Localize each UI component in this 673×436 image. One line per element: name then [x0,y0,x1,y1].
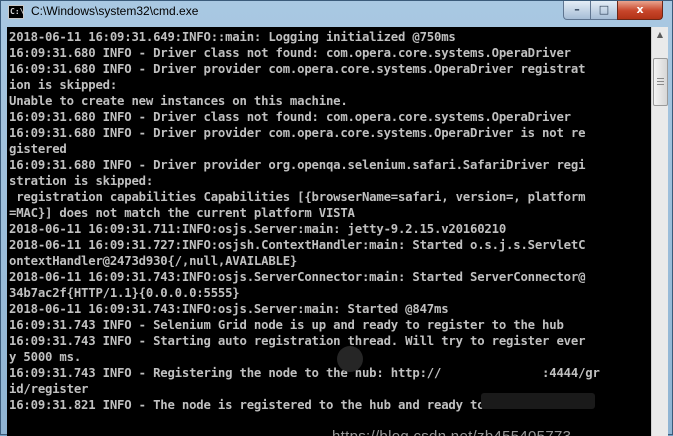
console-line: 16:09:31.680 INFO - Driver class not fou… [9,110,571,124]
console-line: =MAC}] does not match the current platfo… [9,206,355,220]
console-line: 2018-06-11 16:09:31.743:INFO:osjs.Server… [9,302,449,316]
console-line: 16:09:31.680 INFO - Driver provider org.… [9,158,586,172]
console-line: Unable to create new instances on this m… [9,94,348,108]
maximize-button[interactable]: □ [590,1,618,20]
console-lines: 2018-06-11 16:09:31.649:INFO::main: Logg… [9,29,600,413]
console-line: 2018-06-11 16:09:31.711:INFO:osjs.Server… [9,222,507,236]
console-line: ontextHandler@2473d930{/,null,AVAILABLE} [9,254,298,268]
console-line: 16:09:31.680 INFO - Driver provider com.… [9,126,586,140]
console-line: registration capabilities Capabilities [… [9,190,586,204]
thumb-grip-icon [657,84,664,85]
redacted-hub-address [481,393,595,409]
console-line: 2018-06-11 16:09:31.649:INFO::main: Logg… [9,30,456,44]
close-button[interactable]: x [617,1,663,20]
console-line: 16:09:31.680 INFO - Driver class not fou… [9,46,571,60]
thumb-grip-icon [657,78,664,79]
cmd-app-icon[interactable]: C:\ [8,5,24,19]
console-line: 34b7ac2f{HTTP/1.1}{0.0.0.0:5555} [9,286,240,300]
console-line: 2018-06-11 16:09:31.727:INFO:osjsh.Conte… [9,238,586,252]
console-line: 16:09:31.743 INFO - Selenium Grid node i… [9,318,564,332]
title-bar[interactable]: C:\ C:\Windows\system32\cmd.exe – □ x [1,1,672,25]
window-title: C:\Windows\system32\cmd.exe [31,4,199,18]
console-line: 16:09:31.680 INFO - Driver provider com.… [9,62,586,76]
console-line: 16:09:31.743 INFO - Starting auto regist… [9,334,586,348]
console-line: stration is skipped: [9,174,154,188]
minimize-button[interactable]: – [563,1,591,20]
console-line: gistered [9,142,67,156]
console-output[interactable]: 2018-06-11 16:09:31.649:INFO::main: Logg… [7,27,651,436]
console-line: 2018-06-11 16:09:31.743:INFO:osjs.Server… [9,270,586,284]
console-line: y 5000 ms. [9,350,82,364]
thumb-grip-icon [657,81,664,82]
console-line: ion is skipped: [9,78,118,92]
scroll-up-arrow-icon[interactable]: ▲ [652,27,668,43]
cmd-window: C:\ C:\Windows\system32\cmd.exe – □ x 20… [0,0,673,436]
vertical-scrollbar[interactable]: ▲ [651,27,668,436]
redaction-smudge [337,346,363,372]
scrollbar-thumb[interactable] [653,58,668,106]
console-line: 16:09:31.743 INFO - Registering the node… [9,366,600,380]
